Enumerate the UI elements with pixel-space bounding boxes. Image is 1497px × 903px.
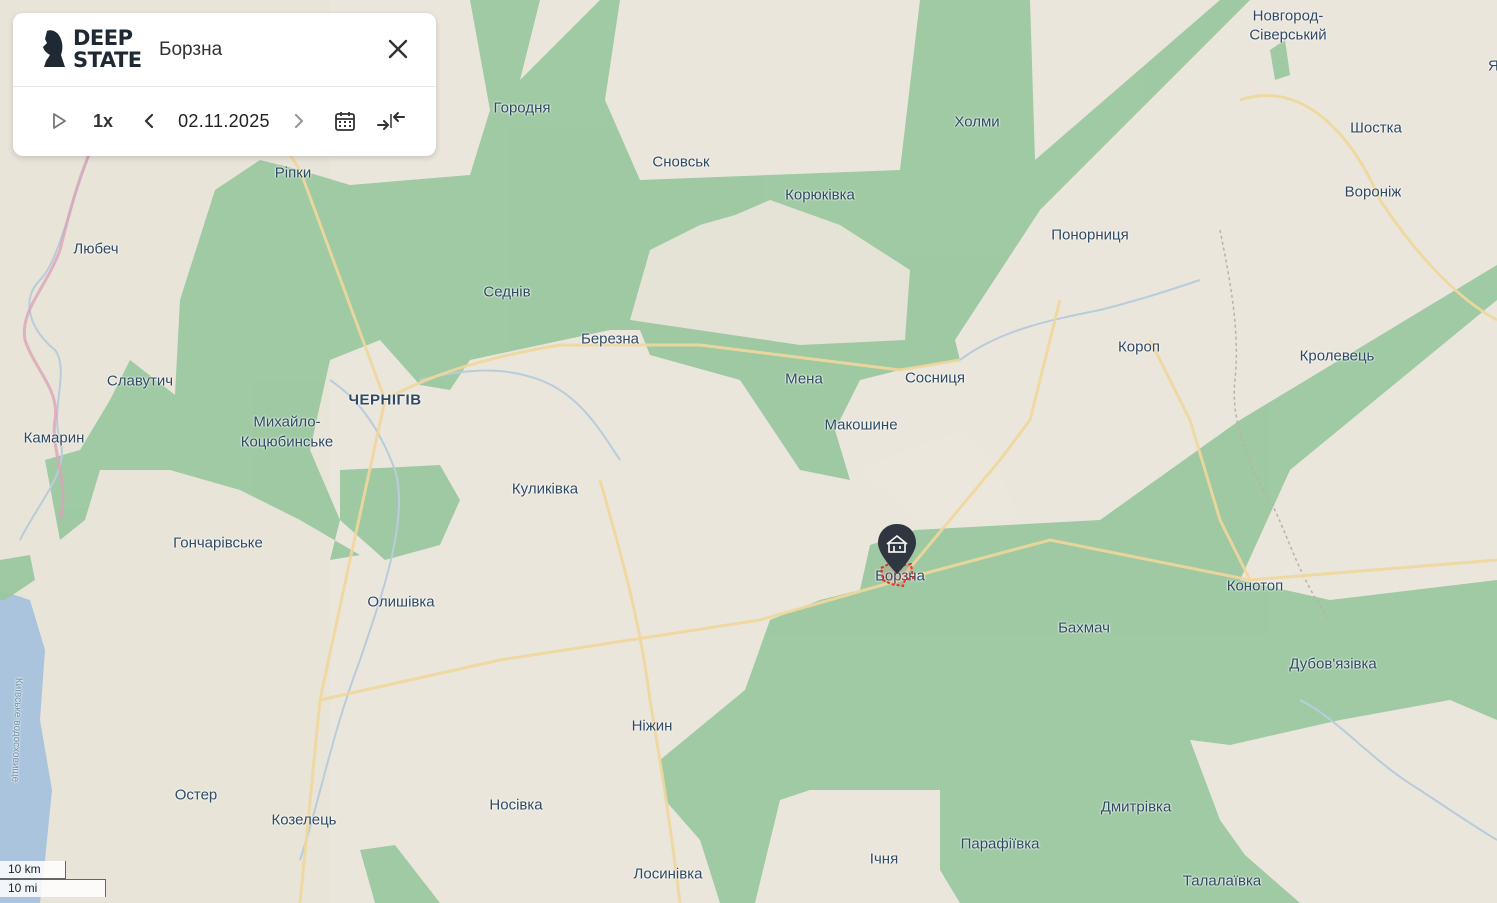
place-label: Бахмач — [1058, 619, 1110, 637]
scale-km: 10 km — [0, 861, 66, 879]
place-label: Дмитрівка — [1100, 798, 1172, 816]
place-label: Кролевець — [1299, 347, 1375, 365]
close-icon[interactable] — [386, 37, 410, 61]
place-label: Сосниця — [904, 369, 966, 387]
next-date-button[interactable] — [287, 107, 311, 135]
play-icon — [53, 113, 66, 129]
place-label: Холми — [954, 113, 1000, 131]
place-label: Остер — [174, 786, 218, 804]
logo-line-1: DEEP — [73, 26, 133, 50]
place-label: Новгород- — [1252, 7, 1324, 25]
city-label: ЧЕРНІГІВ — [348, 391, 422, 409]
place-label: Короп — [1118, 338, 1160, 356]
place-label: Михайло- — [253, 413, 321, 431]
place-label: Ічня — [869, 850, 899, 868]
knight-chess-icon — [43, 30, 65, 67]
calendar-button[interactable] — [331, 107, 359, 135]
place-label: Талалаївка — [1182, 872, 1262, 890]
place-label: Парафіївка — [960, 835, 1040, 853]
place-label: Сіверський — [1249, 26, 1327, 44]
logo[interactable]: DEEP STATE — [41, 25, 142, 73]
place-label: Седнів — [483, 283, 531, 301]
place-label: Коцюбинське — [240, 433, 334, 451]
place-label: Носівка — [489, 796, 543, 814]
place-label: Макошине — [824, 416, 898, 434]
control-panel: DEEP STATE Борзна 1x 02.11.2025 — [13, 13, 436, 156]
chevron-left-icon — [144, 113, 154, 129]
place-label: Корюківка — [785, 186, 855, 204]
place-label: Ніжин — [631, 717, 673, 735]
place-label: Олишівка — [367, 593, 435, 611]
place-label: Козелець — [271, 811, 337, 829]
place-label: Славутич — [106, 372, 174, 390]
place-label: Мена — [785, 370, 823, 388]
scale-mi: 10 mi — [0, 879, 106, 897]
place-label: Городня — [493, 99, 551, 117]
prev-date-button[interactable] — [137, 107, 161, 135]
place-label: Дубов'язівка — [1289, 655, 1377, 673]
logo-line-2: STATE — [73, 48, 142, 72]
place-label: Я — [1488, 57, 1497, 75]
place-label: Березна — [580, 330, 640, 348]
selected-place-title: Борзна — [159, 39, 223, 60]
place-label: Вороніж — [1344, 183, 1402, 201]
chevron-right-icon — [294, 113, 304, 129]
location-marker[interactable] — [876, 522, 918, 578]
calendar-icon — [335, 112, 355, 131]
place-label: Камарин — [23, 429, 85, 447]
play-button[interactable] — [47, 107, 71, 135]
place-label: Гончарівське — [173, 534, 263, 552]
collapse-button[interactable] — [375, 107, 407, 135]
collapse-arrows-icon — [377, 112, 405, 130]
place-label: Сновськ — [652, 153, 710, 171]
place-label: Любеч — [73, 240, 119, 258]
place-label: Понорниця — [1051, 226, 1129, 244]
date-display[interactable]: 02.11.2025 — [173, 107, 275, 135]
place-label: Конотоп — [1226, 577, 1284, 595]
divider — [13, 86, 436, 87]
place-label: Рiпки — [274, 164, 312, 182]
place-label: Лосинівка — [633, 865, 703, 883]
place-label: Шостка — [1350, 119, 1402, 137]
speed-button[interactable]: 1x — [87, 107, 119, 135]
place-label: Куликівка — [511, 480, 579, 498]
